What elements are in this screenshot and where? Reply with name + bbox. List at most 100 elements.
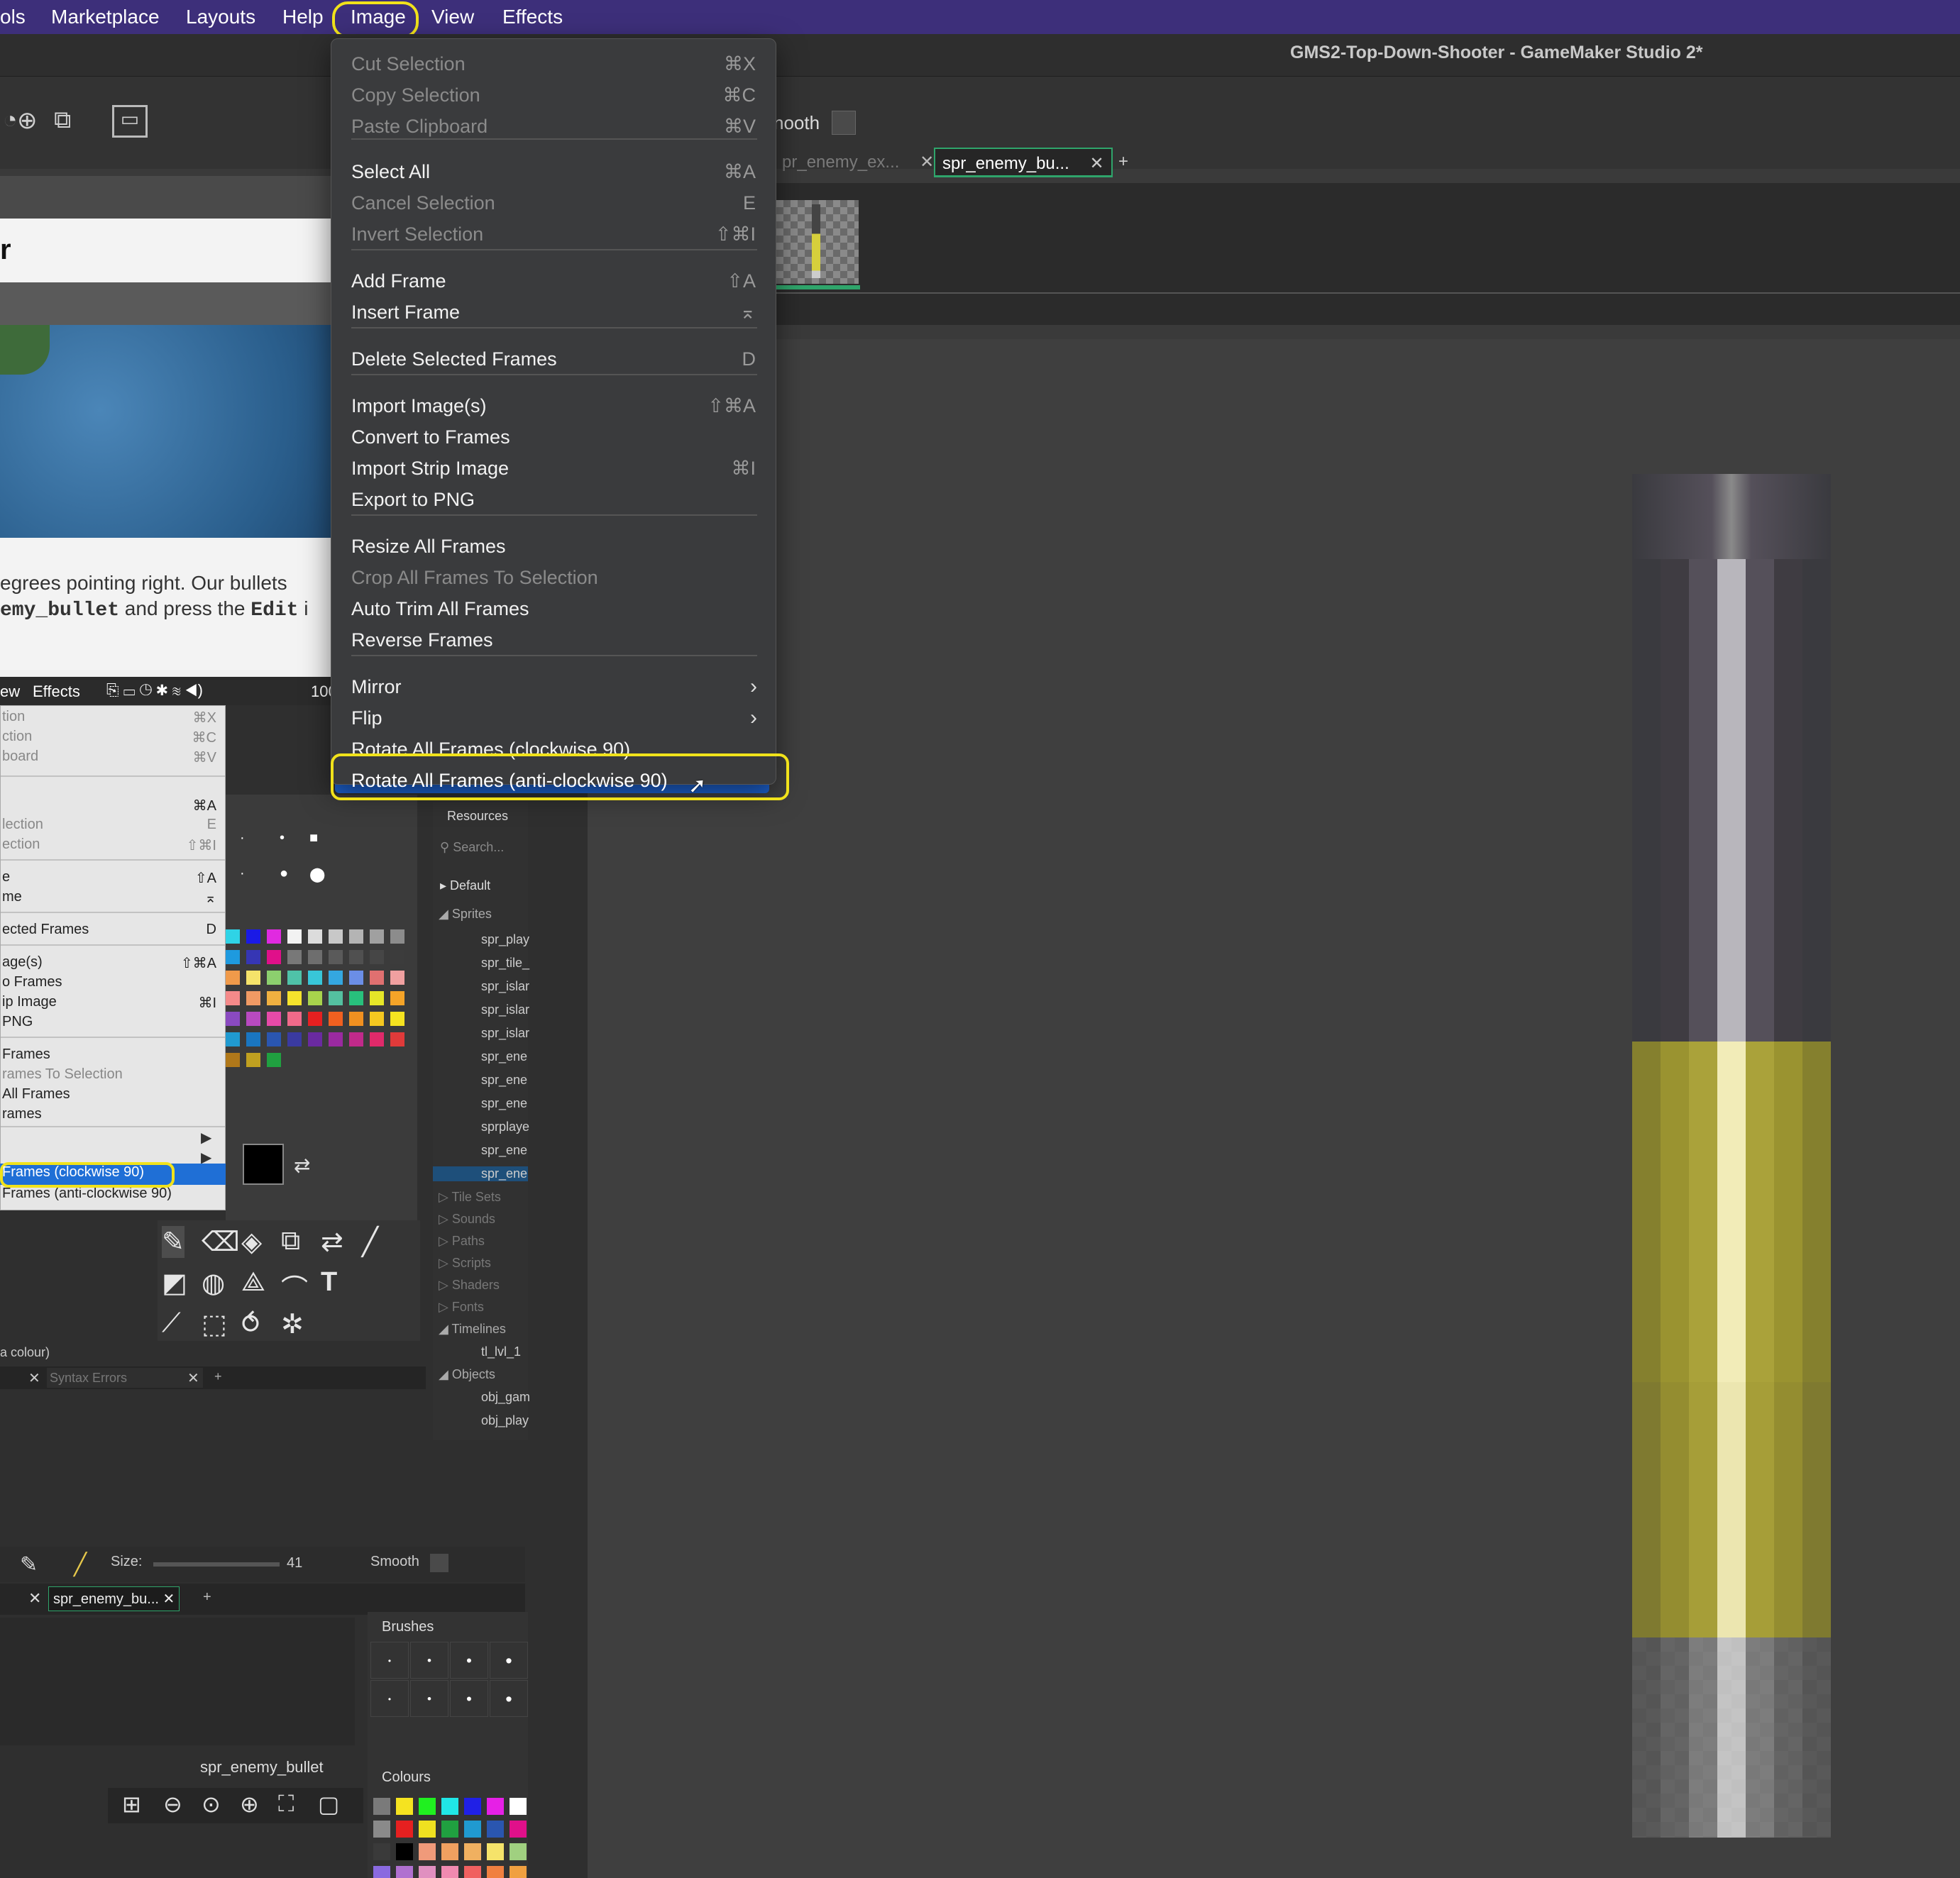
resource-object[interactable]: obj_gam xyxy=(481,1390,530,1405)
colour-swatch[interactable] xyxy=(349,991,363,1005)
colour-swatch[interactable] xyxy=(390,971,404,985)
colour-swatch[interactable] xyxy=(329,1032,343,1046)
add-tab-button[interactable]: + xyxy=(1111,148,1135,177)
resources-default[interactable]: ▸ Default xyxy=(440,878,490,893)
menu-item-export-to-png[interactable]: Export to PNG xyxy=(331,485,776,516)
resource-folder[interactable]: ▷ Sounds xyxy=(439,1212,495,1227)
colour-swatch[interactable] xyxy=(226,1032,240,1046)
resource-folder[interactable]: ▷ Fonts xyxy=(439,1300,484,1315)
menu-help[interactable]: Help xyxy=(282,6,324,28)
resource-sprite[interactable]: sprplaye xyxy=(481,1120,529,1134)
colour-swatch[interactable] xyxy=(349,1032,363,1046)
swap-icon[interactable]: ⇄ xyxy=(321,1226,343,1258)
colour-swatch[interactable] xyxy=(287,1012,302,1026)
brush-size-option[interactable]: · xyxy=(240,830,245,846)
resource-sprite[interactable]: spr_ene xyxy=(481,1096,527,1111)
colour-swatch[interactable] xyxy=(226,950,240,964)
colour-swatch[interactable] xyxy=(510,1843,527,1860)
add-tab-button[interactable]: + xyxy=(203,1589,211,1606)
menu-view[interactable]: View xyxy=(431,6,474,28)
close-icon[interactable]: ✕ xyxy=(28,1369,40,1387)
resource-sprite[interactable]: spr_play xyxy=(481,932,529,947)
colour-swatch[interactable] xyxy=(390,991,404,1005)
colour-swatch[interactable] xyxy=(373,1798,390,1815)
colour-swatch[interactable] xyxy=(370,1032,384,1046)
colour-swatch[interactable] xyxy=(246,1032,260,1046)
brush-option[interactable]: • xyxy=(410,1680,448,1717)
colour-swatch[interactable] xyxy=(510,1866,527,1878)
colour-swatch[interactable] xyxy=(349,1012,363,1026)
menu-item-import-image-s[interactable]: Import Image(s) ⇧⌘A xyxy=(331,391,776,422)
resource-sprite[interactable]: spr_islar xyxy=(481,979,529,994)
syntax-errors-tab[interactable]: Syntax Errors xyxy=(47,1368,203,1388)
swap-colours-icon[interactable]: ⇄ xyxy=(294,1154,310,1177)
add-tab-button[interactable]: + xyxy=(214,1369,222,1384)
resource-object[interactable]: obj_play xyxy=(481,1413,529,1428)
eraser-icon[interactable]: ⌫ xyxy=(202,1226,240,1258)
lasso-icon[interactable]: ⥀ xyxy=(241,1308,260,1340)
colour-swatch[interactable] xyxy=(373,1843,390,1860)
menu-item-add-frame[interactable]: Add Frame ⇧A xyxy=(331,266,776,297)
curve-icon[interactable]: ⌒ xyxy=(281,1267,308,1306)
resource-folder[interactable]: ◢ Objects xyxy=(439,1367,495,1382)
pencil-icon[interactable]: ✎ xyxy=(162,1226,185,1258)
menu-item-flip[interactable]: Flip › xyxy=(331,703,776,734)
colour-swatch[interactable] xyxy=(370,971,384,985)
menu-item-convert-to-frames[interactable]: Convert to Frames xyxy=(331,422,776,453)
colour-swatch[interactable] xyxy=(441,1821,458,1838)
text-icon[interactable]: T xyxy=(321,1267,337,1298)
colour-swatch[interactable] xyxy=(308,950,322,964)
frame-icon[interactable]: ⧉ xyxy=(54,106,71,134)
colour-swatch[interactable] xyxy=(441,1843,458,1860)
zoom-out-icon[interactable]: ⊖ xyxy=(163,1791,182,1818)
colour-swatch[interactable] xyxy=(267,991,281,1005)
colour-swatch[interactable] xyxy=(308,971,322,985)
close-icon[interactable]: ✕ xyxy=(187,1369,199,1387)
fit-icon[interactable]: ⛶ xyxy=(278,1791,294,1818)
colour-swatch[interactable] xyxy=(487,1843,504,1860)
brush-option[interactable]: • xyxy=(370,1680,409,1717)
fill-icon[interactable]: ◈ xyxy=(241,1226,262,1258)
resources-search[interactable]: ⚲ Search... xyxy=(440,840,504,855)
colour-swatch[interactable] xyxy=(246,950,260,964)
close-icon[interactable]: ✕ xyxy=(28,1589,41,1608)
colour-swatch[interactable] xyxy=(349,971,363,985)
brush-option[interactable]: • xyxy=(450,1642,488,1679)
colour-swatch[interactable] xyxy=(226,971,240,985)
frame-thumbnail[interactable] xyxy=(776,200,859,284)
colour-swatch[interactable] xyxy=(370,929,384,944)
colour-swatch[interactable] xyxy=(370,950,384,964)
close-icon[interactable]: ✕ xyxy=(1089,154,1103,173)
zoom-out-icon[interactable]: ◔ xyxy=(3,106,18,134)
pencil-icon[interactable]: ✎ xyxy=(20,1552,38,1577)
colour-swatch[interactable] xyxy=(267,971,281,985)
colour-swatch[interactable] xyxy=(396,1843,413,1860)
menu-item-resize-all-frames[interactable]: Resize All Frames xyxy=(331,531,776,563)
smooth-checkbox[interactable] xyxy=(832,111,856,135)
resource-folder[interactable]: ▷ Tile Sets xyxy=(439,1190,501,1205)
brush-option[interactable]: • xyxy=(490,1680,528,1717)
select-icon[interactable]: ⬚ xyxy=(202,1308,227,1340)
brush-option[interactable]: • xyxy=(410,1642,448,1679)
colour-swatch[interactable] xyxy=(390,950,404,964)
colour-swatch[interactable] xyxy=(419,1843,436,1860)
resource-sprite[interactable]: spr_islar xyxy=(481,1002,529,1017)
colour-swatch[interactable] xyxy=(246,991,260,1005)
colour-swatch[interactable] xyxy=(419,1866,436,1878)
colour-swatch[interactable] xyxy=(267,1012,281,1026)
resource-sprite[interactable]: spr_islar xyxy=(481,1026,529,1041)
colour-swatch[interactable] xyxy=(267,1032,281,1046)
brush-option[interactable]: • xyxy=(450,1680,488,1717)
colour-swatch[interactable] xyxy=(246,971,260,985)
colour-swatch[interactable] xyxy=(308,991,322,1005)
colour-swatch[interactable] xyxy=(370,1012,384,1026)
colour-swatch[interactable] xyxy=(349,929,363,944)
resource-timeline[interactable]: tl_lvl_1 xyxy=(481,1344,521,1359)
colour-swatch[interactable] xyxy=(390,1012,404,1026)
resource-folder[interactable]: ▷ Scripts xyxy=(439,1256,491,1271)
colour-swatch[interactable] xyxy=(390,1032,404,1046)
colour-swatch[interactable] xyxy=(329,929,343,944)
colour-swatch[interactable] xyxy=(308,929,322,944)
resource-sprite[interactable]: spr_ene xyxy=(433,1166,528,1181)
colour-swatch[interactable] xyxy=(464,1866,481,1878)
